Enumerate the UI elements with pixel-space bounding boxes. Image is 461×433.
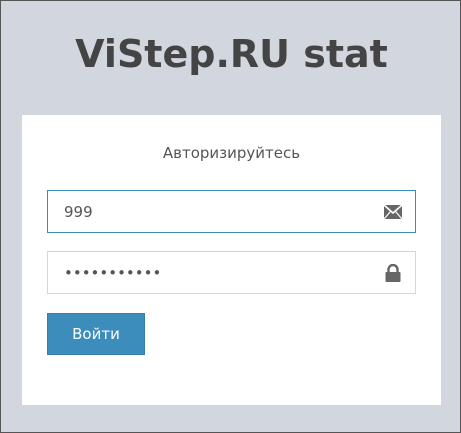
login-input[interactable] — [48, 191, 415, 232]
envelope-icon — [383, 204, 403, 220]
login-box-message: Авторизируйтесь — [162, 144, 301, 162]
app-logo: ViStep.RU stat — [75, 32, 388, 76]
password-field[interactable] — [47, 251, 416, 294]
login-field[interactable] — [47, 190, 416, 233]
password-input[interactable] — [48, 252, 415, 293]
login-box: Авторизируйтесь Войти — [22, 115, 441, 405]
lock-icon — [385, 264, 401, 282]
login-button[interactable]: Войти — [47, 313, 145, 355]
page-frame: ViStep.RU stat Авторизируйтесь Войти — [0, 0, 461, 433]
